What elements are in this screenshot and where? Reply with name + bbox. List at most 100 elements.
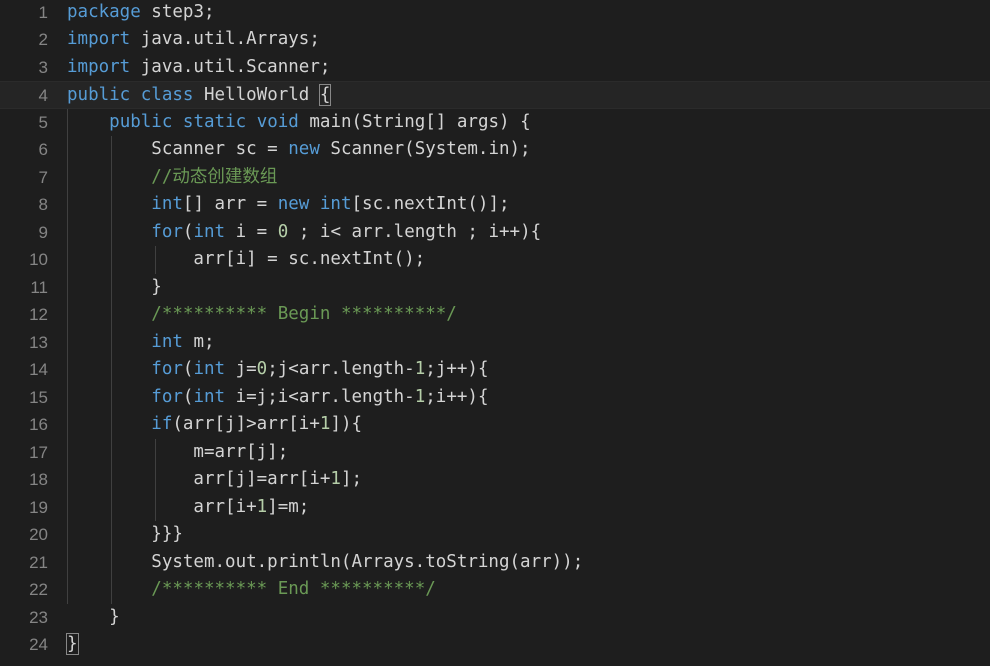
code-token: HelloWorld xyxy=(193,85,320,105)
code-text[interactable]: arr[i] = sc.nextInt(); xyxy=(67,246,425,274)
code-token: } xyxy=(67,606,120,627)
line-number: 5 xyxy=(38,112,48,132)
code-line[interactable]: 9 for(int i = 0 ; i< arr.length ; i++){ xyxy=(0,219,990,247)
code-line[interactable]: 19 arr[i+1]=m; xyxy=(0,494,990,522)
code-line[interactable]: 12 /********** Begin **********/ xyxy=(0,301,990,329)
keyword-token: new xyxy=(288,139,320,159)
code-text[interactable]: System.out.println(Arrays.toString(arr))… xyxy=(67,549,583,577)
code-token: ( xyxy=(182,221,194,242)
code-token: Scanner sc = xyxy=(67,139,289,159)
code-text[interactable]: import java.util.Arrays; xyxy=(67,26,320,54)
code-text[interactable]: int[] arr = new int[sc.nextInt()]; xyxy=(67,191,510,219)
code-line[interactable]: 15 for(int i=j;i<arr.length-1;i++){ xyxy=(0,384,990,412)
number-token: 0 xyxy=(256,359,268,379)
code-line[interactable]: 21 System.out.println(Arrays.toString(ar… xyxy=(0,549,990,577)
code-text[interactable]: for(int i = 0 ; i< arr.length ; i++){ xyxy=(67,219,541,247)
comment-token: /********** End **********/ xyxy=(151,579,436,599)
comment-token: //动态创建数组 xyxy=(151,166,278,187)
code-line[interactable]: 11 } xyxy=(0,274,990,302)
code-token: java.util.Arrays; xyxy=(130,29,320,49)
code-line[interactable]: 8 int[] arr = new int[sc.nextInt()]; xyxy=(0,191,990,219)
code-line[interactable]: 10 arr[i] = sc.nextInt(); xyxy=(0,246,990,274)
code-line[interactable]: 20 }}} xyxy=(0,521,990,549)
code-text[interactable]: /********** End **********/ xyxy=(67,576,436,604)
code-token: ;j++){ xyxy=(425,359,489,379)
code-line[interactable]: 4 public class HelloWorld { xyxy=(0,81,990,109)
code-token: ; i< arr.length ; i++){ xyxy=(288,221,542,242)
code-line[interactable]: 17 m=arr[j]; xyxy=(0,439,990,467)
code-editor[interactable]: 1 package step3; 2 import java.util.Arrays;… xyxy=(0,0,990,666)
code-line[interactable]: 24} xyxy=(0,631,990,659)
code-token: ( xyxy=(182,386,194,407)
code-text[interactable]: } xyxy=(66,631,79,659)
number-token: 1 xyxy=(414,359,426,379)
code-text[interactable]: public static void main(String[] args) { xyxy=(67,109,530,137)
line-number: 15 xyxy=(29,387,48,407)
keyword-token: int xyxy=(151,331,183,352)
keyword-token: public xyxy=(109,111,173,132)
code-text[interactable]: for(int i=j;i<arr.length-1;i++){ xyxy=(67,384,488,412)
code-text[interactable]: for(int j=0;j<arr.length-1;j++){ xyxy=(67,356,489,384)
code-line[interactable]: 13 int m; xyxy=(0,329,990,357)
code-line[interactable]: 18 arr[j]=arr[i+1]; xyxy=(0,466,990,494)
code-text[interactable]: } xyxy=(67,604,120,632)
code-text[interactable]: /********** Begin **********/ xyxy=(67,301,457,329)
code-line[interactable]: 2 import java.util.Arrays; xyxy=(0,26,990,54)
code-line[interactable]: 23 } xyxy=(0,604,990,632)
code-token: Scanner(System.in); xyxy=(319,139,531,159)
code-token: ( xyxy=(182,359,194,379)
indent-guide xyxy=(155,438,156,521)
indent-guide xyxy=(67,108,68,604)
code-line[interactable]: 7 //动态创建数组 xyxy=(0,164,990,192)
keyword-token: for xyxy=(151,221,183,242)
code-line[interactable]: 3 import java.util.Scanner; xyxy=(0,54,990,82)
code-text[interactable]: Scanner sc = new Scanner(System.in); xyxy=(67,136,531,164)
number-token: 1 xyxy=(319,414,331,434)
code-text[interactable]: public class HelloWorld { xyxy=(67,82,332,110)
line-number: 10 xyxy=(29,250,48,269)
code-text[interactable]: } xyxy=(67,274,162,302)
code-text[interactable]: m=arr[j]; xyxy=(67,439,288,467)
code-text[interactable]: int m; xyxy=(67,329,214,357)
code-text[interactable]: package step3; xyxy=(67,0,215,26)
code-line[interactable]: 1 package step3; xyxy=(0,0,990,26)
line-number: 7 xyxy=(38,167,48,187)
keyword-token: static xyxy=(182,111,247,132)
code-token: } xyxy=(66,633,79,655)
keyword-token: for xyxy=(151,386,183,407)
code-token: ]; xyxy=(340,469,363,489)
keyword-token: class xyxy=(140,85,194,105)
indent-guide xyxy=(155,246,156,274)
number-token: 0 xyxy=(277,221,289,242)
line-number: 22 xyxy=(29,580,48,599)
line-number: 2 xyxy=(38,30,48,49)
line-number: 16 xyxy=(29,415,48,434)
line-number: 19 xyxy=(29,497,48,517)
code-text[interactable]: }}} xyxy=(67,521,183,549)
code-text[interactable]: //动态创建数组 xyxy=(67,164,277,192)
code-token: j= xyxy=(225,359,257,379)
code-text[interactable]: import java.util.Scanner; xyxy=(67,54,330,82)
code-line[interactable]: 14 for(int j=0;j<arr.length-1;j++){ xyxy=(0,356,990,384)
code-line[interactable]: 22 /********** End **********/ xyxy=(0,576,990,604)
code-token: [sc.nextInt()]; xyxy=(351,194,510,214)
keyword-token: for xyxy=(151,359,183,379)
code-token: m=arr[j]; xyxy=(67,441,289,462)
keyword-token: package xyxy=(67,1,141,22)
line-number: 21 xyxy=(29,552,48,572)
code-line[interactable]: 5 public static void main(String[] args)… xyxy=(0,109,990,137)
code-text[interactable]: arr[i+1]=m; xyxy=(67,494,309,522)
code-token: { xyxy=(318,84,332,106)
keyword-token: if xyxy=(151,414,173,434)
code-line[interactable]: 16 if(arr[j]>arr[i+1]){ xyxy=(0,411,990,439)
code-line[interactable]: 6 Scanner sc = new Scanner(System.in); xyxy=(0,136,990,164)
